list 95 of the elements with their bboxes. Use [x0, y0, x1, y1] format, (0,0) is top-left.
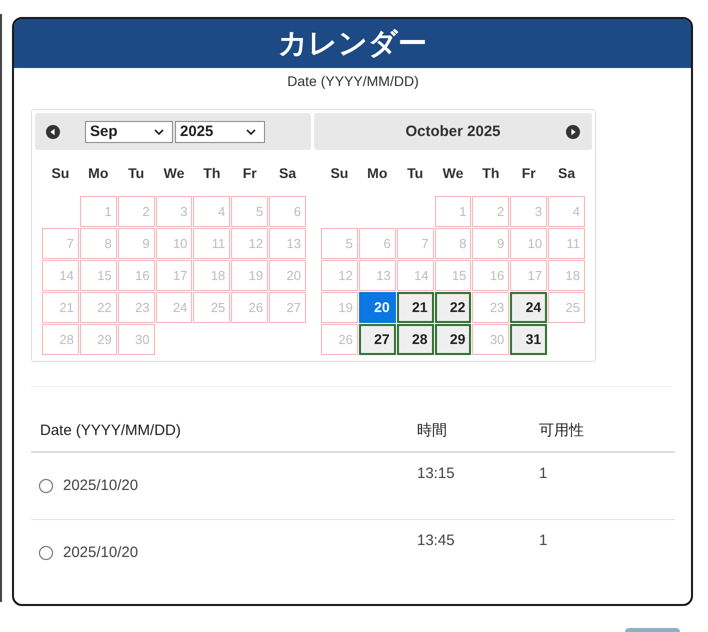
weekday-label: Tu	[407, 165, 424, 181]
weekday-label: Th	[203, 165, 220, 181]
day-cell: 12	[321, 260, 358, 291]
weekday-label: Sa	[558, 165, 576, 181]
weekday-label: Fr	[522, 165, 536, 181]
column-header: 可用性	[539, 422, 584, 438]
day-cell: 23	[118, 292, 155, 323]
day-cell[interactable]: 22	[434, 292, 472, 323]
day-cell: 16	[118, 260, 155, 291]
day-cell: 27	[269, 292, 306, 323]
weekday-label: Mo	[367, 165, 388, 181]
day-cell: 7	[396, 228, 434, 259]
day-cell: 10	[156, 228, 192, 259]
column-header: Date (YYYY/MM/DD)	[40, 422, 181, 438]
weekday-label: Th	[482, 165, 500, 181]
day-cell: 11	[548, 228, 585, 259]
day-cell: 29	[80, 324, 117, 355]
day-cell: 26	[231, 292, 268, 323]
day-cell[interactable]: 20	[358, 292, 396, 323]
chevron-down-icon	[246, 128, 256, 134]
day-cell: 20	[269, 260, 306, 291]
day-cell: 17	[156, 260, 192, 291]
day-cell: 25	[548, 292, 585, 323]
day-cell: 18	[548, 260, 585, 291]
weekday-label: Tu	[128, 165, 144, 181]
day-cell: 9	[472, 228, 510, 259]
day-cell: 30	[118, 324, 155, 355]
day-cell: 14	[396, 260, 434, 291]
weekday-label: Su	[330, 165, 348, 181]
previous-icon[interactable]	[46, 124, 60, 138]
radio-button[interactable]	[39, 546, 53, 560]
day-cell[interactable]: 24	[510, 292, 548, 323]
row-time: 13:15	[417, 465, 455, 482]
day-cell: 16	[472, 260, 510, 291]
weekday-label: Su	[51, 165, 70, 181]
row-availability: 1	[539, 532, 548, 549]
day-cell: 18	[193, 260, 230, 291]
day-cell: 14	[42, 260, 79, 291]
day-cell: 6	[269, 196, 306, 227]
day-cell: 12	[231, 228, 268, 259]
weekday-label: Fr	[242, 165, 257, 181]
day-cell: 23	[472, 292, 510, 323]
day-cell: 2	[118, 196, 155, 227]
day-cell: 4	[193, 196, 230, 227]
day-cell: 4	[548, 196, 585, 227]
year-select[interactable]: 2025	[175, 120, 265, 142]
weekday-label: We	[164, 165, 184, 181]
column-header: 時間	[417, 422, 447, 438]
day-cell[interactable]: 28	[396, 324, 434, 355]
day-cell: 19	[321, 292, 358, 323]
day-cell: 8	[80, 228, 117, 259]
day-cell: 13	[358, 260, 396, 291]
row-date: 2025/10/20	[63, 544, 138, 562]
date-format-label: Date (YYYY/MM/DD)	[287, 72, 419, 90]
day-cell: 7	[42, 228, 79, 259]
day-cell: 30	[472, 324, 510, 355]
day-cell: 26	[321, 324, 358, 355]
radio-button[interactable]	[39, 479, 53, 493]
day-cell: 24	[156, 292, 192, 323]
month-title: October 2025	[405, 123, 501, 140]
next-icon[interactable]	[566, 124, 580, 138]
day-cell: 9	[118, 228, 155, 259]
day-cell: 5	[231, 196, 268, 227]
day-cell: 3	[156, 196, 192, 227]
day-cell: 21	[42, 292, 79, 323]
day-cell: 3	[510, 196, 548, 227]
weekday-label: Mo	[88, 165, 108, 181]
day-cell: 11	[193, 228, 230, 259]
row-time: 13:45	[417, 532, 455, 549]
day-cell[interactable]: 31	[510, 324, 548, 355]
day-cell: 1	[80, 196, 117, 227]
day-cell: 17	[510, 260, 548, 291]
day-cell: 6	[358, 228, 396, 259]
row-availability: 1	[539, 465, 548, 482]
day-cell: 1	[434, 196, 472, 227]
day-cell[interactable]: 29	[434, 324, 472, 355]
day-cell[interactable]: 27	[358, 324, 396, 355]
weekday-label: Sa	[279, 165, 296, 181]
day-cell: 5	[321, 228, 358, 259]
day-cell: 8	[434, 228, 472, 259]
day-cell: 13	[269, 228, 306, 259]
day-cell: 15	[80, 260, 117, 291]
window-title: カレンダー	[278, 26, 427, 62]
day-cell: 15	[434, 260, 472, 291]
day-cell: 19	[231, 260, 268, 291]
day-cell[interactable]: 21	[396, 292, 434, 323]
chevron-down-icon	[154, 128, 164, 134]
day-cell: 10	[510, 228, 548, 259]
day-cell: 28	[42, 324, 79, 355]
day-cell: 22	[80, 292, 117, 323]
month-select[interactable]: Sep	[85, 120, 173, 142]
day-cell: 2	[472, 196, 510, 227]
row-date: 2025/10/20	[63, 477, 138, 495]
weekday-label: We	[442, 165, 464, 181]
day-cell: 25	[193, 292, 230, 323]
